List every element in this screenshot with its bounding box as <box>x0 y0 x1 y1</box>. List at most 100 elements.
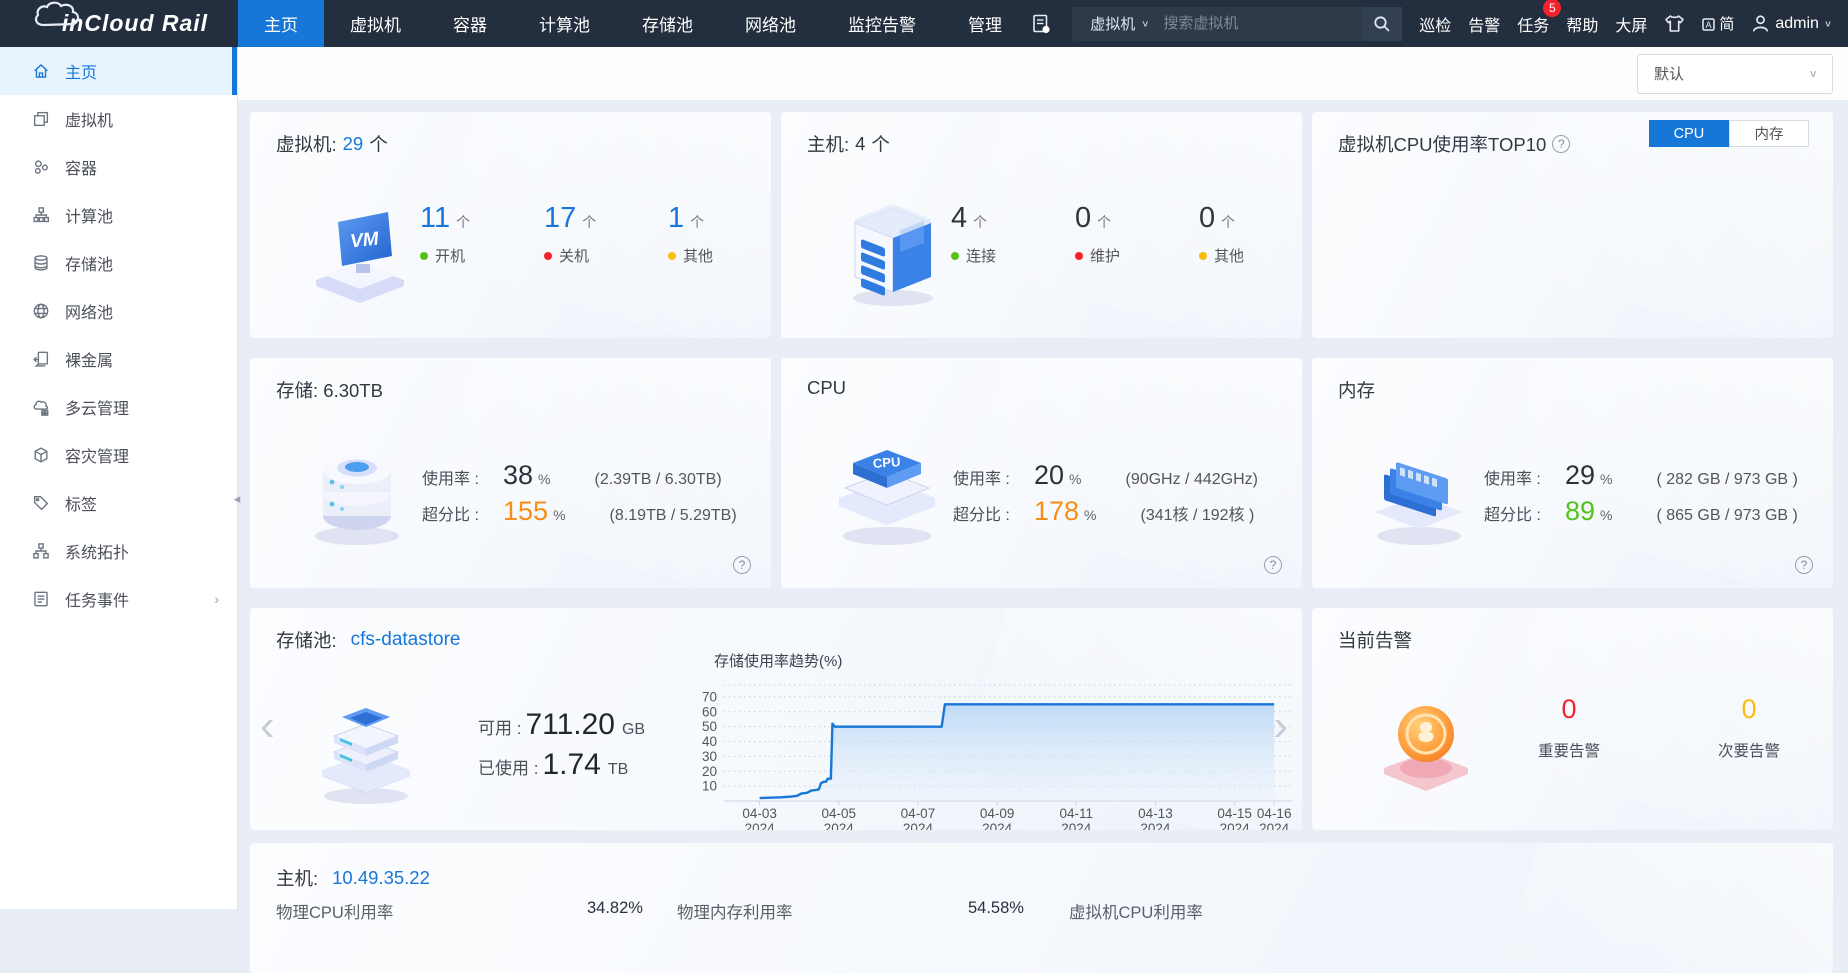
cpu-title-text: CPU <box>807 377 846 399</box>
memory-usage-line: 使用率 : 29 % ( 282 GB / 973 GB ) <box>1484 460 1798 496</box>
carousel-prev-icon[interactable]: ‹ <box>260 704 275 748</box>
storage-pool-card: 存储池: cfs-datastore ‹ › <box>250 608 1302 830</box>
sidebar-item-task-events[interactable]: 任务事件 › <box>0 575 237 623</box>
pool-available-line: 可用 : 711.20 GB <box>478 708 645 748</box>
language-label: 简 <box>1719 13 1734 34</box>
stat-label: 关机 <box>559 245 589 266</box>
pool-name-link[interactable]: cfs-datastore <box>351 629 461 651</box>
stat-value: 0 <box>1199 202 1215 234</box>
sidebar-item-tag[interactable]: 标签 <box>0 479 237 527</box>
vm-icon <box>32 110 50 128</box>
sidebar-item-label: 标签 <box>65 491 97 515</box>
major-alarm-label: 重要告警 <box>1538 739 1600 761</box>
search-scope-dropdown[interactable]: 虚拟机 ∨ <box>1072 13 1163 34</box>
svg-text:04-03: 04-03 <box>742 806 777 821</box>
user-menu[interactable]: admin ∨ <box>1751 14 1832 33</box>
home-icon <box>32 62 50 80</box>
view-select-dropdown[interactable]: 默认 ∨ <box>1637 54 1833 94</box>
bigscreen-link[interactable]: 大屏 <box>1615 12 1647 36</box>
memory-3d-icon <box>1364 434 1474 550</box>
alarm-link[interactable]: 告警 <box>1468 12 1500 36</box>
sidebar-item-disaster-recovery[interactable]: 容灾管理 <box>0 431 237 479</box>
status-dot-green <box>951 252 959 260</box>
help-icon[interactable]: ? <box>1795 556 1813 574</box>
vm-card-title: 虚拟机: 29 个 <box>276 131 388 157</box>
help-icon[interactable]: ? <box>1264 556 1282 574</box>
top-menu-container[interactable]: 容器 <box>427 0 513 47</box>
task-link[interactable]: 任务 5 <box>1517 12 1549 36</box>
stat-value: 1 <box>668 202 684 234</box>
sidebar-item-home[interactable]: 主页 <box>0 47 237 95</box>
usage-label: 使用率 : <box>1484 465 1560 489</box>
sidebar-item-vm[interactable]: 虚拟机 <box>0 95 237 143</box>
used-unit: TB <box>608 761 628 779</box>
search-input[interactable] <box>1163 15 1362 32</box>
top-menu-home[interactable]: 主页 <box>238 0 324 47</box>
view-select-value: 默认 <box>1654 63 1684 84</box>
report-icon[interactable] <box>1032 14 1051 34</box>
help-icon[interactable]: ? <box>1552 135 1570 153</box>
minor-alarm-value: 0 <box>1718 694 1780 725</box>
vm-stat-stopped: 17个 关机 <box>544 202 622 266</box>
sidebar-item-bare-metal[interactable]: 裸金属 <box>0 335 237 383</box>
inspection-link[interactable]: 巡检 <box>1419 12 1451 36</box>
available-label: 可用 : <box>478 714 521 739</box>
cpu-usage-line: 使用率 : 20 % (90GHz / 442GHz) <box>953 460 1258 496</box>
theme-shirt-icon[interactable] <box>1664 14 1685 33</box>
host-3d-icon <box>843 200 943 308</box>
help-link[interactable]: 帮助 <box>1566 12 1598 36</box>
svg-text:2024: 2024 <box>745 821 776 830</box>
host-detail-stat-label: 物理内存利用率 <box>677 899 793 923</box>
toggle-cpu-button[interactable]: CPU <box>1649 120 1729 147</box>
top-menu-network-pool[interactable]: 网络池 <box>719 0 822 47</box>
svg-text:04-15: 04-15 <box>1217 806 1252 821</box>
pool-title-prefix: 存储池: <box>276 627 337 653</box>
search-icon[interactable] <box>1362 7 1402 41</box>
storage-pool-icon <box>32 254 50 272</box>
help-icon[interactable]: ? <box>733 556 751 574</box>
cpu-ratio-line: 超分比 : 178 % (341核 / 192核 ) <box>953 496 1258 532</box>
view-toolbar: 默认 ∨ <box>238 47 1848 100</box>
disaster-recovery-icon <box>32 446 50 464</box>
cpu-card-title: CPU <box>807 377 846 399</box>
ratio-label: 超分比 : <box>422 501 498 525</box>
minor-alarm-stat: 0 次要告警 <box>1718 694 1780 761</box>
ratio-detail: ( 865 GB / 973 GB ) <box>1656 507 1797 525</box>
top-menu-vm[interactable]: 虚拟机 <box>324 0 427 47</box>
sidebar-item-network-pool[interactable]: 网络池 <box>0 287 237 335</box>
storage-metrics: 使用率 : 38 % (2.39TB / 6.30TB) 超分比 : 155 %… <box>422 460 737 532</box>
task-link-label: 任务 <box>1517 18 1549 35</box>
sidebar-collapse-handle[interactable]: ◂ <box>230 477 244 521</box>
search-scope-label: 虚拟机 <box>1090 13 1135 34</box>
toggle-memory-button[interactable]: 内存 <box>1729 120 1809 147</box>
top-menu-compute-pool[interactable]: 计算池 <box>513 0 616 47</box>
sidebar-item-multi-cloud[interactable]: 多云管理 <box>0 383 237 431</box>
language-switch-icon[interactable]: A 简 <box>1702 13 1734 34</box>
top10-card-title: 虚拟机CPU使用率TOP10 ? <box>1338 131 1570 157</box>
svg-text:2024: 2024 <box>982 821 1013 830</box>
host-detail-title: 主机: 10.49.35.22 <box>276 865 430 891</box>
main-content: 默认 ∨ 虚拟机: 29 个 VM <box>238 47 1848 893</box>
stat-unit: 个 <box>456 214 470 230</box>
sidebar-item-container[interactable]: 容器 <box>0 143 237 191</box>
memory-title-text: 内存 <box>1338 377 1375 403</box>
usage-detail: ( 282 GB / 973 GB ) <box>1656 471 1797 489</box>
storage-usage-line: 使用率 : 38 % (2.39TB / 6.30TB) <box>422 460 737 496</box>
svg-text:50: 50 <box>702 719 717 734</box>
pool-used-line: 已使用 : 1.74 TB <box>478 748 645 788</box>
svg-text:2024: 2024 <box>824 821 855 830</box>
host-ip-link[interactable]: 10.49.35.22 <box>332 867 430 889</box>
storage-ratio-line: 超分比 : 155 % (8.19TB / 5.29TB) <box>422 496 737 532</box>
top-navbar: inCloud Rail 主页 虚拟机 容器 计算池 存储池 网络池 监控告警 … <box>0 0 1848 47</box>
sidebar-item-storage-pool[interactable]: 存储池 <box>0 239 237 287</box>
stat-unit: 个 <box>1221 214 1235 230</box>
top-menu-monitor-alarm[interactable]: 监控告警 <box>822 0 942 47</box>
vm-stat-running: 11个 开机 <box>420 202 498 266</box>
vm-count-unit: 个 <box>369 131 388 157</box>
sidebar-item-compute-pool[interactable]: 计算池 <box>0 191 237 239</box>
top-menu-manage[interactable]: 管理 <box>942 0 1028 47</box>
top10-title-text: 虚拟机CPU使用率TOP10 <box>1338 131 1546 157</box>
top-menu-storage-pool[interactable]: 存储池 <box>616 0 719 47</box>
sidebar-item-topology[interactable]: 系统拓扑 <box>0 527 237 575</box>
trend-chart-svg: 1020304050607004-03202404-05202404-07202… <box>682 671 1302 830</box>
